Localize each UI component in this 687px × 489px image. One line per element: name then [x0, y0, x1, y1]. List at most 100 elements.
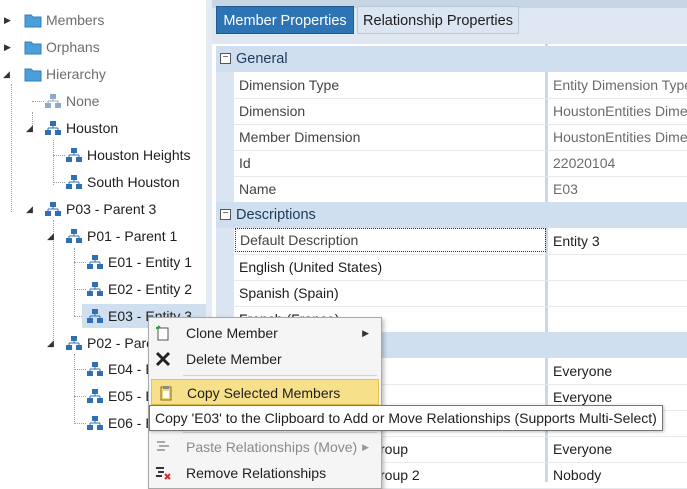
property-key: Default Description: [235, 228, 546, 252]
tree-item-houston[interactable]: ◢ Houston: [0, 116, 206, 140]
paste-relationships-icon: [157, 441, 169, 451]
property-value: HoustonEntities Dimension: [553, 103, 687, 119]
property-row[interactable]: Dimension HoustonEntities Dimension: [234, 98, 687, 125]
submenu-arrow-icon: ▶: [362, 442, 369, 452]
tree-item-label: E01 - Entity 1: [108, 254, 193, 270]
hierarchy-icon: [45, 121, 61, 135]
tooltip: Copy 'E03' to the Clipboard to Add or Mo…: [149, 405, 663, 431]
property-value[interactable]: Nobody: [553, 462, 601, 488]
hierarchy-icon: [87, 362, 103, 376]
tree-item-orphans[interactable]: ▶ Orphans: [0, 35, 206, 59]
tree-item-p03[interactable]: ◢ P03 - Parent 3: [0, 197, 206, 221]
tab-relationship-properties[interactable]: Relationship Properties: [357, 6, 519, 34]
folder-icon: [24, 14, 42, 28]
hierarchy-icon: [66, 229, 82, 243]
property-value: Entity Dimension Type: [553, 77, 687, 93]
property-key: roup 2: [380, 467, 420, 483]
property-value[interactable]: Everyone: [553, 436, 612, 462]
tree-item-south-houston[interactable]: South Houston: [0, 170, 206, 194]
property-key: roup: [380, 441, 409, 457]
menu-item-label: Paste Relationships (Move): [186, 439, 358, 455]
property-key: Name: [239, 181, 277, 197]
property-key: Id: [239, 155, 251, 171]
menu-item-label: Remove Relationships: [186, 465, 327, 481]
context-menu: Clone Member ▶ Delete Member Copy Select…: [148, 317, 382, 489]
property-value: 22020104: [553, 155, 616, 171]
tree-item-label: Houston: [66, 120, 119, 136]
tab-member-properties[interactable]: Member Properties: [216, 6, 354, 34]
menu-item-remove-relationships[interactable]: Remove Relationships: [149, 460, 379, 486]
menu-item-copy-selected-members[interactable]: Copy Selected Members: [151, 379, 379, 405]
tree-item-label: Members: [46, 12, 105, 28]
tree-item-label: Hierarchy: [46, 66, 106, 82]
folder-icon: [24, 68, 42, 82]
clone-icon: [156, 325, 169, 341]
menu-separator: [183, 375, 377, 376]
collapse-arrow-icon[interactable]: ◢: [26, 116, 36, 140]
collapse-arrow-icon[interactable]: ◢: [47, 224, 57, 248]
hierarchy-icon: [45, 202, 61, 216]
property-value: HoustonEntities Dimension: [553, 129, 687, 145]
tree-item-e01[interactable]: E01 - Entity 1: [0, 250, 206, 274]
group-descriptions[interactable]: − Descriptions: [216, 202, 687, 228]
property-key: Spanish (Spain): [239, 285, 339, 301]
tree-item-label: P01 - Parent 1: [87, 228, 178, 244]
submenu-arrow-icon: ▶: [362, 328, 369, 338]
menu-item-label: Delete Member: [186, 351, 282, 367]
hierarchy-icon: [87, 255, 103, 269]
menu-item-label: Clone Member: [186, 325, 278, 341]
collapse-arrow-icon[interactable]: ◢: [47, 331, 57, 355]
property-row[interactable]: English (United States): [234, 254, 687, 281]
hierarchy-icon: [66, 148, 82, 162]
hierarchy-icon: [87, 389, 103, 403]
collapse-arrow-icon[interactable]: ◢: [3, 62, 13, 86]
property-key: Dimension: [239, 103, 306, 119]
property-row[interactable]: Id 22020104: [234, 150, 687, 177]
tree-item-label: Orphans: [46, 39, 100, 55]
property-value[interactable]: Entity 3: [553, 228, 600, 254]
hierarchy-icon: [66, 336, 82, 350]
tree-item-none[interactable]: None: [0, 89, 206, 113]
remove-relationships-icon: [156, 467, 171, 480]
tree-item-label: Houston Heights: [87, 147, 191, 163]
tree-item-p01[interactable]: ◢ P01 - Parent 1: [0, 224, 206, 248]
menu-item-delete-member[interactable]: Delete Member: [149, 346, 379, 372]
menu-separator: [183, 432, 377, 433]
tree-item-e02[interactable]: E02 - Entity 2: [0, 277, 206, 301]
property-row[interactable]: Name E03: [234, 176, 687, 203]
hierarchy-icon: [45, 94, 61, 108]
delete-x-icon: [155, 351, 171, 367]
clipboard-icon: [160, 386, 172, 401]
tree-item-label: South Houston: [87, 174, 180, 190]
hierarchy-icon: [87, 309, 103, 323]
property-row[interactable]: Default Description Entity 3: [234, 228, 687, 255]
tree-item-hierarchy[interactable]: ◢ Hierarchy: [0, 62, 206, 86]
menu-item-clone-member[interactable]: Clone Member ▶: [149, 320, 379, 346]
menu-item-paste-relationships-move[interactable]: Paste Relationships (Move) ▶: [149, 434, 379, 460]
property-row[interactable]: Spanish (Spain): [234, 280, 687, 307]
property-row[interactable]: Dimension Type Entity Dimension Type: [234, 72, 687, 99]
group-label: General: [236, 51, 288, 67]
collapse-box-icon[interactable]: −: [220, 53, 231, 64]
menu-item-label: Copy Selected Members: [187, 385, 341, 401]
property-row[interactable]: Member Dimension HoustonEntities Dimensio…: [234, 124, 687, 151]
group-label: Descriptions: [236, 207, 316, 223]
tree-item-label: E02 - Entity 2: [108, 281, 193, 297]
tree-item-members[interactable]: ▶ Members: [0, 8, 206, 32]
hierarchy-icon: [87, 282, 103, 296]
hierarchy-icon: [87, 416, 103, 430]
hierarchy-icon: [66, 175, 82, 189]
expand-arrow-icon[interactable]: ▶: [4, 35, 14, 59]
property-value[interactable]: Everyone: [553, 358, 612, 384]
tree-item-houston-heights[interactable]: Houston Heights: [0, 143, 206, 167]
expand-arrow-icon[interactable]: ▶: [4, 8, 14, 32]
group-general[interactable]: − General: [216, 46, 687, 72]
collapse-box-icon[interactable]: −: [220, 209, 231, 220]
folder-icon: [24, 41, 42, 55]
collapse-arrow-icon[interactable]: ◢: [26, 197, 36, 221]
tree-item-label: P03 - Parent 3: [66, 201, 157, 217]
tree-item-label: None: [66, 93, 100, 109]
property-value: E03: [553, 181, 578, 197]
property-key: Dimension Type: [239, 77, 340, 93]
property-key: Member Dimension: [239, 129, 361, 145]
